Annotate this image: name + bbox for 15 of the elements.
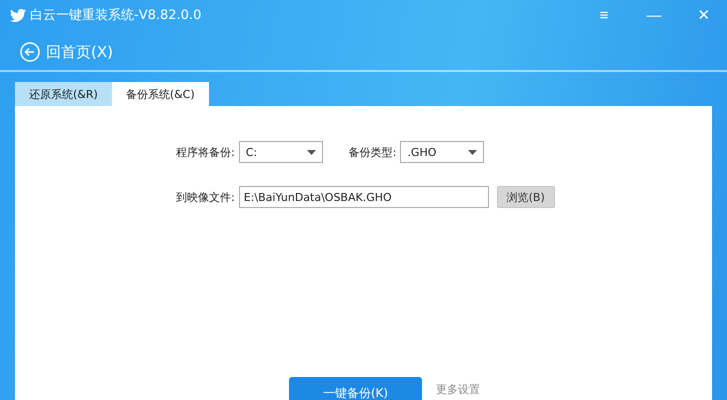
- source-label: 程序将备份:: [176, 144, 235, 160]
- tab[interactable]: 还原系统(&R): [15, 82, 112, 106]
- more-settings-link[interactable]: 更多设置: [436, 382, 480, 397]
- tab[interactable]: 备份系统(&C): [112, 82, 209, 106]
- type-label: 备份类型:: [348, 144, 396, 160]
- window-title: 白云一键重装系统-V8.82.0.0: [30, 7, 202, 24]
- drive-dropdown[interactable]: C:: [238, 141, 323, 163]
- type-dropdown[interactable]: .GHO: [400, 141, 484, 163]
- backup-button[interactable]: 一键备份(K): [289, 377, 422, 400]
- file-label: 到映像文件:: [176, 190, 235, 204]
- dropdown-caret-icon: [468, 150, 478, 154]
- file-path-field[interactable]: E:\BaiYunData\OSBAK.GHO: [238, 186, 489, 208]
- bird-icon: [10, 8, 26, 22]
- browse-button[interactable]: 浏览(B): [496, 186, 555, 208]
- dropdown-caret-icon: [306, 150, 316, 154]
